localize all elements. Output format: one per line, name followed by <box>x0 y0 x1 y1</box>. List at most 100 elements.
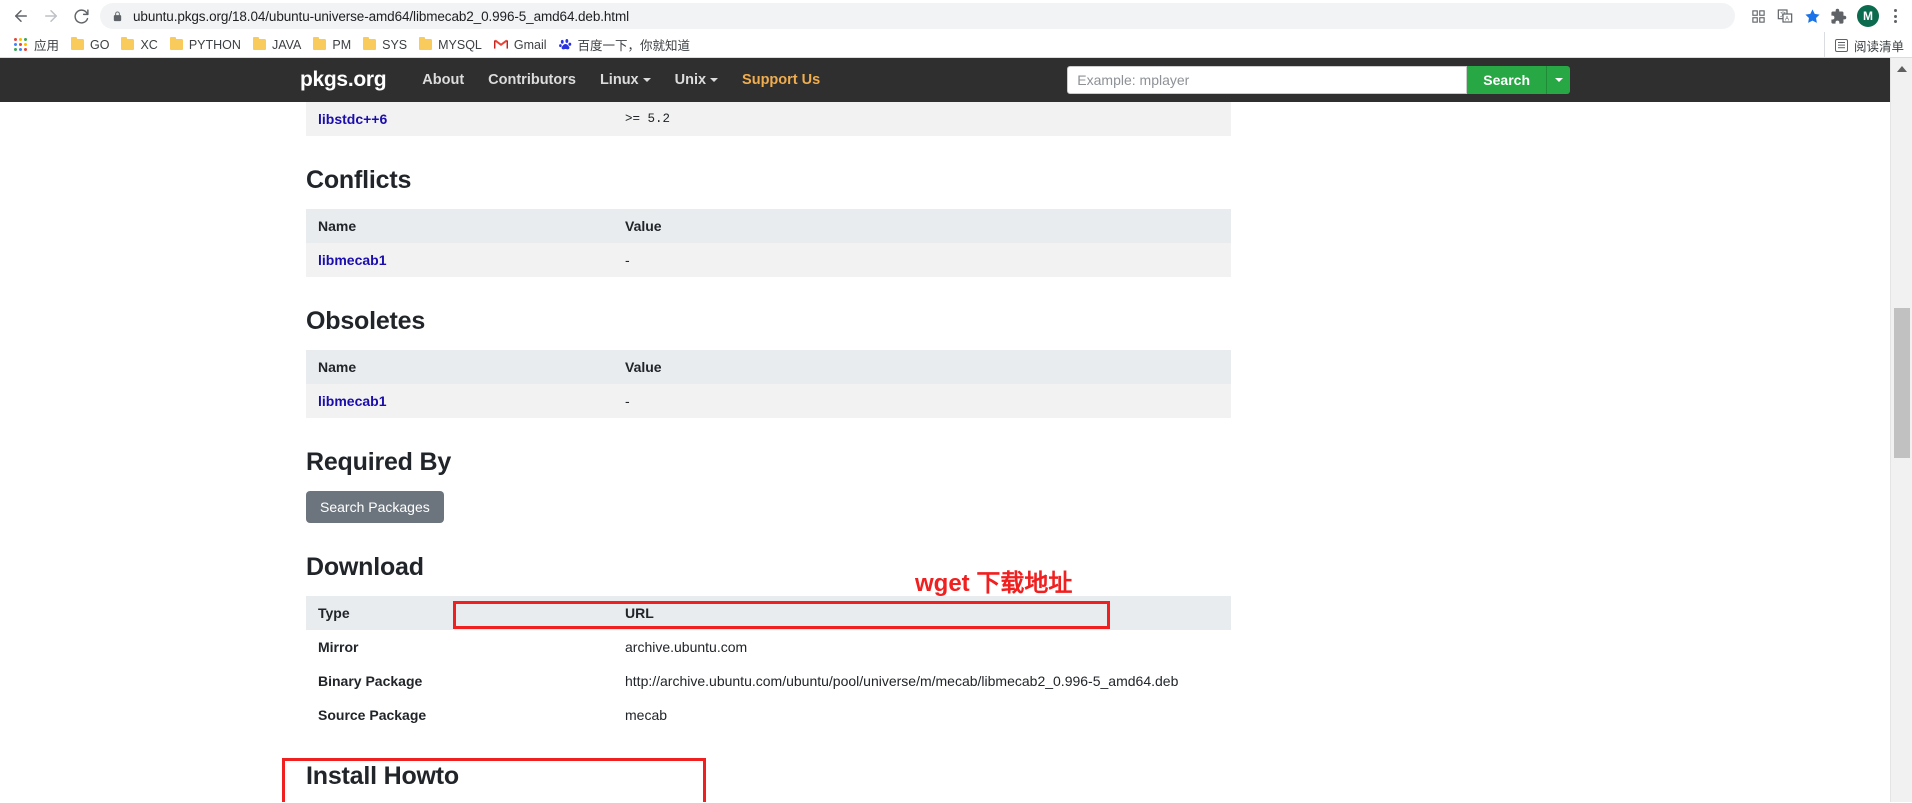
package-link[interactable]: libmecab1 <box>318 252 386 268</box>
site-brand[interactable]: pkgs.org <box>300 68 387 92</box>
conflicts-value-cell: - <box>613 243 1231 277</box>
folder-icon <box>363 37 377 50</box>
folder-icon <box>71 37 85 50</box>
translate-icon[interactable]: 文A <box>1773 4 1797 28</box>
binary-package-url[interactable]: http://archive.ubuntu.com/ubuntu/pool/un… <box>613 664 1231 698</box>
download-table: Type URL Mirror archive.ubuntu.com Binar… <box>306 596 1231 732</box>
conflicts-name-cell: libmecab1 <box>306 243 613 277</box>
table-header-row: Name Value <box>306 209 1231 243</box>
download-url-cell: archive.ubuntu.com <box>613 630 1231 664</box>
search-button[interactable]: Search <box>1467 66 1546 94</box>
back-arrow-icon[interactable] <box>6 1 36 31</box>
bookmarks-bar: 应用 GO XC PYTHON JAVA PM SYS MYSQL Gmail … <box>0 32 1912 58</box>
reading-list-button[interactable]: 阅读清单 <box>1823 32 1904 58</box>
folder-icon <box>313 37 327 50</box>
column-header-value: Value <box>613 209 1231 243</box>
obsoletes-name-cell: libmecab1 <box>306 384 613 418</box>
svg-text:A: A <box>1785 17 1789 23</box>
search-packages-button[interactable]: Search Packages <box>306 491 444 523</box>
bookmark-baidu[interactable]: 百度一下，你就知道 <box>553 34 697 56</box>
package-link[interactable]: libmecab1 <box>318 393 386 409</box>
bookmark-label: MYSQL <box>438 37 482 52</box>
chevron-down-icon <box>1554 78 1563 82</box>
table-row: Source Package mecab <box>306 698 1231 732</box>
column-header-name: Name <box>306 350 613 384</box>
table-row: Binary Package http://archive.ubuntu.com… <box>306 664 1231 698</box>
toolbar-right-group: 文A M <box>1741 2 1906 30</box>
bookmark-xc[interactable]: XC <box>115 34 163 56</box>
nav-link-contributors[interactable]: Contributors <box>488 72 576 88</box>
section-title-conflicts: Conflicts <box>306 166 412 194</box>
nav-link-about[interactable]: About <box>422 72 464 88</box>
bookmark-python[interactable]: PYTHON <box>164 34 247 56</box>
nav-link-support-us[interactable]: Support Us <box>742 72 820 88</box>
omnibox[interactable]: ubuntu.pkgs.org/18.04/ubuntu-universe-am… <box>100 3 1735 29</box>
conflicts-table: Name Value libmecab1 - <box>306 209 1231 277</box>
table-row: libmecab1 - <box>306 384 1231 418</box>
table-header-row: Type URL <box>306 596 1231 630</box>
scrollbar-thumb[interactable] <box>1894 308 1910 458</box>
bookmark-label: 应用 <box>34 39 60 53</box>
search-dropdown-toggle[interactable] <box>1546 66 1570 94</box>
reading-list-label: 阅读清单 <box>1853 39 1904 54</box>
folder-icon <box>419 37 433 50</box>
download-type-cell: Source Package <box>306 698 613 732</box>
bookmark-go[interactable]: GO <box>65 34 115 56</box>
bookmark-apps[interactable]: 应用 <box>8 34 65 56</box>
puzzle-piece-icon[interactable] <box>1824 2 1852 30</box>
nav-link-label: Linux <box>599 72 639 88</box>
bookmark-label: PYTHON <box>188 37 241 52</box>
site-navbar: pkgs.org About Contributors Linux Unix S… <box>0 58 1890 102</box>
bookmark-label: 百度一下，你就知道 <box>577 39 691 53</box>
download-type-cell: Binary Package <box>306 664 613 698</box>
page-content: libstdc++6 >= 5.2 Conflicts Name Value l… <box>0 102 1890 802</box>
page-scrollbar[interactable] <box>1890 58 1912 802</box>
browser-chrome: ubuntu.pkgs.org/18.04/ubuntu-universe-am… <box>0 0 1912 58</box>
avatar[interactable]: M <box>1857 5 1879 27</box>
obsoletes-value-cell: - <box>613 384 1231 418</box>
bookmark-mysql[interactable]: MYSQL <box>413 34 488 56</box>
table-row: libmecab1 - <box>306 243 1231 277</box>
bookmark-label: Gmail <box>513 37 547 52</box>
download-url-cell: mecab <box>613 698 1231 732</box>
site-search-form: Search <box>1067 66 1570 94</box>
bookmark-label: GO <box>90 37 110 52</box>
section-title-obsoletes: Obsoletes <box>306 307 426 335</box>
bookmark-gmail[interactable]: Gmail <box>488 34 553 56</box>
lock-icon <box>110 9 124 23</box>
chevron-down-icon <box>710 78 719 83</box>
omnibox-url-text: ubuntu.pkgs.org/18.04/ubuntu-universe-am… <box>133 8 629 24</box>
bookmark-label: PM <box>332 37 352 52</box>
chevron-down-icon <box>642 78 651 83</box>
bookmark-star-icon[interactable] <box>1800 4 1824 28</box>
download-type-cell: Mirror <box>306 630 613 664</box>
search-input[interactable] <box>1067 66 1468 94</box>
section-title-install-howto: Install Howto <box>306 762 459 790</box>
reading-list-icon <box>1834 38 1848 52</box>
column-header-type: Type <box>306 596 613 630</box>
bookmark-sys[interactable]: SYS <box>357 34 413 56</box>
bookmark-java[interactable]: JAVA <box>247 34 307 56</box>
folder-icon <box>252 37 266 50</box>
column-header-name: Name <box>306 209 613 243</box>
section-title-required-by: Required By <box>306 448 452 476</box>
scroll-up-arrow-icon[interactable] <box>1891 61 1912 77</box>
bookmark-pm[interactable]: PM <box>307 34 357 56</box>
package-link[interactable]: libstdc++6 <box>318 111 387 127</box>
baidu-icon <box>558 38 572 51</box>
depends-name-cell: libstdc++6 <box>306 102 613 136</box>
table-row: libstdc++6 >= 5.2 <box>306 102 1231 136</box>
three-dot-menu-icon[interactable] <box>1884 2 1906 30</box>
folder-icon <box>121 37 135 50</box>
section-title-download: Download <box>306 553 424 581</box>
page-viewport: pkgs.org About Contributors Linux Unix S… <box>0 58 1912 802</box>
browser-toolbar: ubuntu.pkgs.org/18.04/ubuntu-universe-am… <box>0 0 1912 32</box>
depends-table-tail: libstdc++6 >= 5.2 <box>306 102 1231 136</box>
column-header-url: URL <box>613 596 1231 630</box>
reload-icon[interactable] <box>66 1 96 31</box>
nav-link-unix[interactable]: Unix <box>675 72 719 88</box>
apps-grid-icon <box>14 37 28 52</box>
bookmark-label: JAVA <box>271 37 302 52</box>
nav-link-linux[interactable]: Linux <box>600 72 651 88</box>
qr-code-icon[interactable] <box>1746 4 1770 28</box>
